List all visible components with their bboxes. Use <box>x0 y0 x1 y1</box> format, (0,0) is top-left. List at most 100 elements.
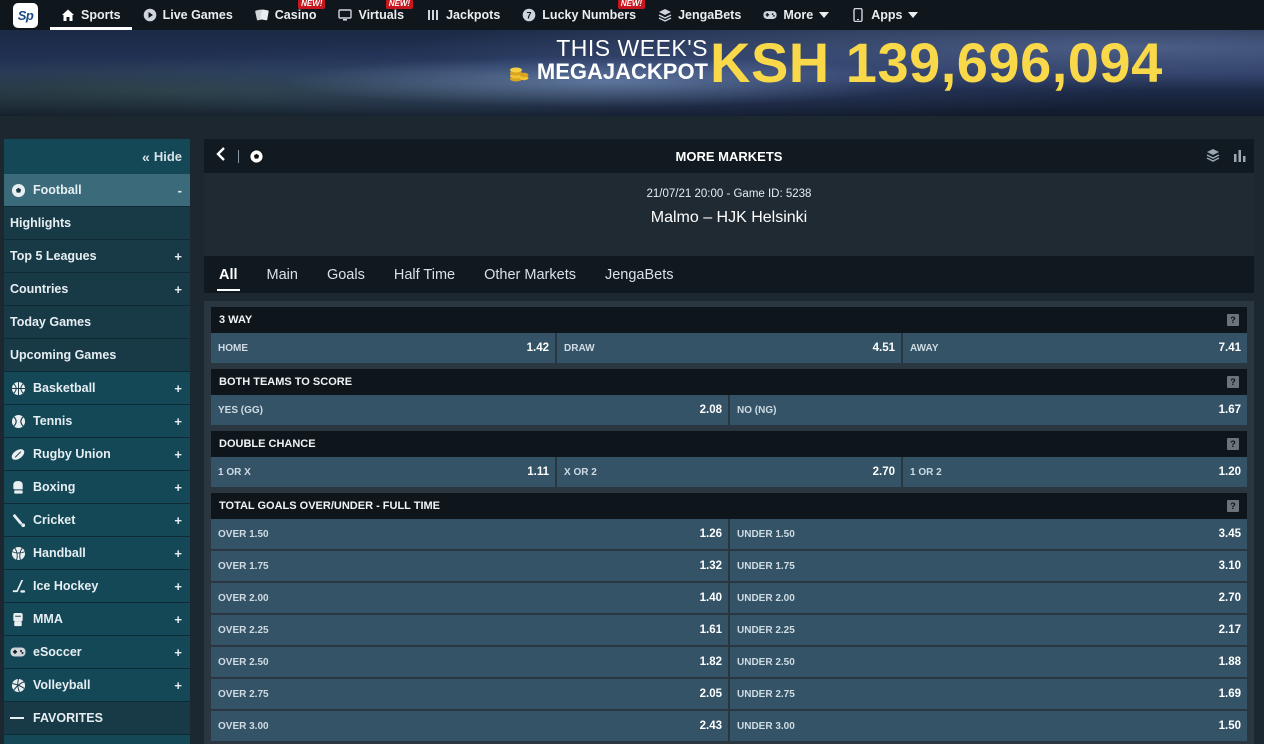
monitor-icon <box>338 8 353 22</box>
sidebar-item-label: MMA <box>33 612 63 626</box>
nav-live-games[interactable]: Live Games <box>132 0 244 30</box>
odds-button[interactable]: OVER 2.75 2.05 <box>211 679 728 709</box>
odds-button[interactable]: X OR 2 2.70 <box>557 457 901 487</box>
odds-row: OVER 1.50 1.26 UNDER 1.50 3.45 <box>211 519 1247 549</box>
sidebar-item-mma[interactable]: MMA + <box>4 603 190 636</box>
odds-button[interactable]: UNDER 2.50 1.88 <box>730 647 1247 677</box>
nav-label: JengaBets <box>678 8 742 22</box>
sidebar-item-countries[interactable]: Countries + <box>4 273 190 306</box>
market-title: TOTAL GOALS OVER/UNDER - FULL TIME <box>219 500 441 512</box>
sidebar-item-rugby-union[interactable]: Rugby Union + <box>4 438 190 471</box>
tab-half-time[interactable]: Half Time <box>387 256 462 293</box>
odds-button[interactable]: OVER 1.75 1.32 <box>211 551 728 581</box>
odds-button[interactable]: UNDER 1.50 3.45 <box>730 519 1247 549</box>
odds-button[interactable]: NO (NG) 1.67 <box>730 395 1247 425</box>
nav-sports[interactable]: Sports <box>50 0 132 30</box>
sidebar-item-volleyball[interactable]: Volleyball + <box>4 669 190 702</box>
odds-button[interactable]: UNDER 2.00 2.70 <box>730 583 1247 613</box>
market-header: TOTAL GOALS OVER/UNDER - FULL TIME? <box>211 493 1247 519</box>
expand-icon[interactable]: + <box>174 480 182 495</box>
sidebar-item-upcoming-games[interactable]: Upcoming Games <box>4 339 190 372</box>
sidebar-item-cricket[interactable]: Cricket + <box>4 504 190 537</box>
sidebar-item-basketball[interactable]: Basketball + <box>4 372 190 405</box>
site-logo[interactable]: Sp <box>13 2 38 28</box>
banner-line2-row: MEGAJACKPOT <box>509 60 708 84</box>
odds-label: 1 OR 2 <box>910 466 942 478</box>
back-arrow-icon[interactable] <box>216 146 232 166</box>
odds-button[interactable]: UNDER 3.00 1.50 <box>730 711 1247 741</box>
odds-button[interactable]: 1 OR 2 1.20 <box>903 457 1247 487</box>
stack-icon <box>658 8 672 22</box>
sidebar-item-today-games[interactable]: Today Games <box>4 306 190 339</box>
odds-button[interactable]: UNDER 2.25 2.17 <box>730 615 1247 645</box>
expand-icon[interactable]: + <box>174 513 182 528</box>
nav-jackpots[interactable]: Jackpots <box>415 0 511 30</box>
odds-button[interactable]: HOME 1.42 <box>211 333 555 363</box>
sidebar-item-football[interactable]: Football - <box>4 174 190 207</box>
odds-button[interactable]: YES (GG) 2.08 <box>211 395 728 425</box>
jackpot-banner[interactable]: THIS WEEK'S MEGAJACKPOT KSH 139,696,094 <box>0 30 1264 116</box>
sidebar-item-top-5-leagues[interactable]: Top 5 Leagues + <box>4 240 190 273</box>
tab-other-markets[interactable]: Other Markets <box>477 256 583 293</box>
sidebar-favorites[interactable]: FAVORITES <box>4 702 190 735</box>
expand-icon[interactable]: + <box>174 249 182 264</box>
nav-virtuals[interactable]: Virtuals NEW! <box>327 0 415 30</box>
stats-icon[interactable] <box>1234 148 1246 167</box>
sidebar-item-handball[interactable]: Handball + <box>4 537 190 570</box>
sidebar-item-ice-hockey[interactable]: Ice Hockey + <box>4 570 190 603</box>
odds-value: 2.05 <box>699 688 722 700</box>
odds-button[interactable]: UNDER 2.75 1.69 <box>730 679 1247 709</box>
expand-icon[interactable]: + <box>174 414 182 429</box>
odds-button[interactable]: DRAW 4.51 <box>557 333 901 363</box>
odds-button[interactable]: AWAY 7.41 <box>903 333 1247 363</box>
help-icon[interactable]: ? <box>1227 438 1239 450</box>
collapse-icon[interactable]: - <box>178 183 182 198</box>
odds-button[interactable]: UNDER 1.75 3.10 <box>730 551 1247 581</box>
nav-casino[interactable]: Casino NEW! <box>244 0 328 30</box>
chevron-down-icon <box>908 12 919 18</box>
sidebar-item-esoccer[interactable]: eSoccer + <box>4 636 190 669</box>
nav-label: More <box>783 8 814 22</box>
sidebar-item-label: Handball <box>33 546 86 560</box>
nav-more[interactable]: More <box>752 0 840 30</box>
tab-goals[interactable]: Goals <box>320 256 372 293</box>
odds-button[interactable]: OVER 3.00 2.43 <box>211 711 728 741</box>
odds-button[interactable]: OVER 1.50 1.26 <box>211 519 728 549</box>
odds-button[interactable]: OVER 2.00 1.40 <box>211 583 728 613</box>
cricket-icon <box>10 512 26 528</box>
expand-icon[interactable]: + <box>174 546 182 561</box>
expand-icon[interactable]: + <box>174 381 182 396</box>
layers-icon[interactable] <box>1206 148 1220 167</box>
nav-lucky-numbers[interactable]: 7 Lucky Numbers NEW! <box>511 0 647 30</box>
nav-apps[interactable]: Apps <box>840 0 929 30</box>
sidebar-item-highlights[interactable]: Highlights <box>4 207 190 240</box>
hide-sidebar-button[interactable]: « Hide <box>4 139 190 174</box>
odds-row: 1 OR X 1.11 X OR 2 2.70 1 OR 2 1.20 <box>211 457 1247 487</box>
help-icon[interactable]: ? <box>1227 314 1239 326</box>
expand-icon[interactable]: + <box>174 678 182 693</box>
odds-button[interactable]: OVER 2.50 1.82 <box>211 647 728 677</box>
help-icon[interactable]: ? <box>1227 376 1239 388</box>
odds-label: YES (GG) <box>218 404 264 416</box>
nav-jengabets[interactable]: JengaBets <box>647 0 752 30</box>
market-tabs: All Main Goals Half Time Other Markets JengaB… <box>204 256 1254 293</box>
tab-jengabets[interactable]: JengaBets <box>598 256 681 293</box>
expand-icon[interactable]: + <box>174 282 182 297</box>
odds-value: 1.82 <box>699 656 722 668</box>
tab-all[interactable]: All <box>212 256 245 293</box>
expand-icon[interactable]: + <box>174 645 182 660</box>
expand-icon[interactable]: + <box>174 447 182 462</box>
minus-icon <box>10 717 24 719</box>
odds-button[interactable]: OVER 2.25 1.61 <box>211 615 728 645</box>
help-icon[interactable]: ? <box>1227 500 1239 512</box>
odds-row: OVER 1.75 1.32 UNDER 1.75 3.10 <box>211 551 1247 581</box>
top-navigation: Sp Sports Live Games Casino NEW! Virtuals NEW… <box>0 0 1264 30</box>
chevron-down-icon <box>819 12 830 18</box>
sidebar-item-boxing[interactable]: Boxing + <box>4 471 190 504</box>
odds-button[interactable]: 1 OR X 1.11 <box>211 457 555 487</box>
sidebar-item-tennis[interactable]: Tennis + <box>4 405 190 438</box>
sidebar-item-label: Countries <box>10 282 69 296</box>
expand-icon[interactable]: + <box>174 612 182 627</box>
tab-main[interactable]: Main <box>260 256 305 293</box>
expand-icon[interactable]: + <box>174 579 182 594</box>
